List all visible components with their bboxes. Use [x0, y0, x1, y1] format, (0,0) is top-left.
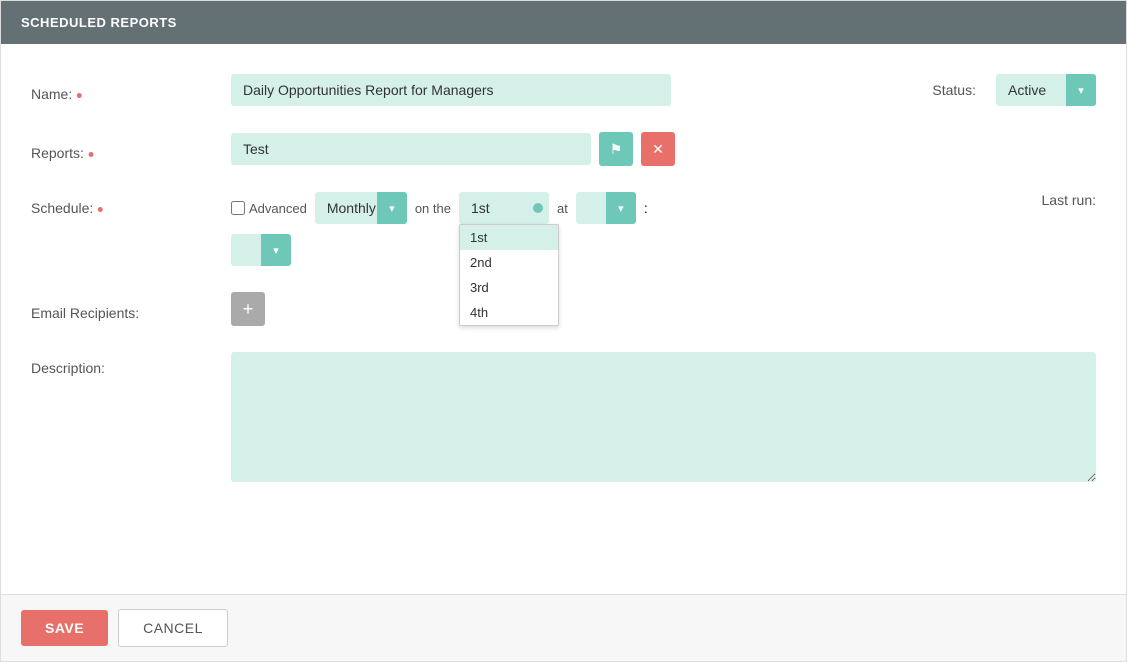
reports-remove-button[interactable]: ✕	[641, 132, 675, 166]
day-input-dot-icon	[533, 203, 543, 213]
modal-body: Name: • Status: Active Inactive ▾	[1, 44, 1126, 594]
time-select-wrapper: ▾	[576, 192, 636, 224]
frequency-select-wrapper: Daily Weekly Monthly Yearly ▾	[315, 192, 407, 224]
day-option-1st[interactable]: 1st	[460, 225, 558, 250]
schedule-line2: ▾	[231, 234, 291, 266]
name-required-dot: •	[76, 85, 82, 105]
ampm-input[interactable]	[231, 234, 291, 266]
colon-label: :	[644, 200, 648, 216]
modal-footer: SAVE CANCEL	[1, 594, 1126, 661]
reports-input[interactable]	[231, 133, 591, 165]
name-row: Name: • Status: Active Inactive ▾	[31, 74, 1096, 106]
reports-content: ⚑ ✕	[231, 132, 1096, 166]
reports-flag-button[interactable]: ⚑	[599, 132, 633, 166]
description-textarea[interactable]	[231, 352, 1096, 482]
day-option-3rd[interactable]: 3rd	[460, 275, 558, 300]
schedule-content: Advanced Daily Weekly Monthly Yearly ▾ o…	[231, 192, 1096, 266]
status-section: Status: Active Inactive ▾	[932, 74, 1096, 106]
close-icon: ✕	[652, 141, 664, 158]
time-hour-input[interactable]	[576, 192, 636, 224]
modal-title: SCHEDULED REPORTS	[21, 15, 177, 30]
name-label: Name: •	[31, 78, 231, 102]
name-input[interactable]	[231, 74, 671, 106]
last-run-section: Last run:	[1042, 192, 1096, 208]
email-recipients-label: Email Recipients:	[31, 297, 231, 321]
schedule-required-dot: •	[97, 199, 103, 219]
modal-header: SCHEDULED REPORTS	[1, 1, 1126, 44]
day-input-wrapper	[459, 192, 549, 224]
reports-row: Reports: • ⚑ ✕	[31, 132, 1096, 166]
reports-label: Reports: •	[31, 137, 231, 161]
frequency-select[interactable]: Daily Weekly Monthly Yearly	[315, 192, 407, 224]
day-dropdown-wrapper: 1st 2nd 3rd 4th	[459, 192, 549, 224]
schedule-label: Schedule: •	[31, 192, 231, 216]
reports-required-dot: •	[88, 144, 94, 164]
advanced-label: Advanced	[231, 201, 307, 216]
day-dropdown-list: 1st 2nd 3rd 4th	[459, 224, 559, 326]
flag-icon: ⚑	[610, 141, 623, 158]
description-label: Description:	[31, 352, 231, 376]
add-icon: +	[243, 299, 254, 320]
email-recipients-row: Email Recipients: +	[31, 292, 1096, 326]
schedule-line1: Advanced Daily Weekly Monthly Yearly ▾ o…	[231, 192, 648, 224]
schedule-row: Schedule: • Advanced Daily Weekly Monthl…	[31, 192, 1096, 266]
at-label: at	[557, 201, 568, 216]
add-email-button[interactable]: +	[231, 292, 265, 326]
advanced-checkbox[interactable]	[231, 201, 245, 215]
cancel-button[interactable]: CANCEL	[118, 609, 228, 647]
modal-container: SCHEDULED REPORTS Name: • Status: Active…	[0, 0, 1127, 662]
day-option-2nd[interactable]: 2nd	[460, 250, 558, 275]
description-row: Description:	[31, 352, 1096, 482]
status-select[interactable]: Active Inactive	[996, 74, 1096, 106]
save-button[interactable]: SAVE	[21, 610, 108, 646]
last-run-label: Last run:	[1042, 192, 1096, 208]
status-select-wrapper: Active Inactive ▾	[996, 74, 1096, 106]
description-content	[231, 352, 1096, 482]
on-the-label: on the	[415, 201, 451, 216]
day-option-4th[interactable]: 4th	[460, 300, 558, 325]
email-recipients-content: +	[231, 292, 1096, 326]
status-label: Status:	[932, 82, 976, 98]
ampm-select-wrapper: ▾	[231, 234, 291, 266]
